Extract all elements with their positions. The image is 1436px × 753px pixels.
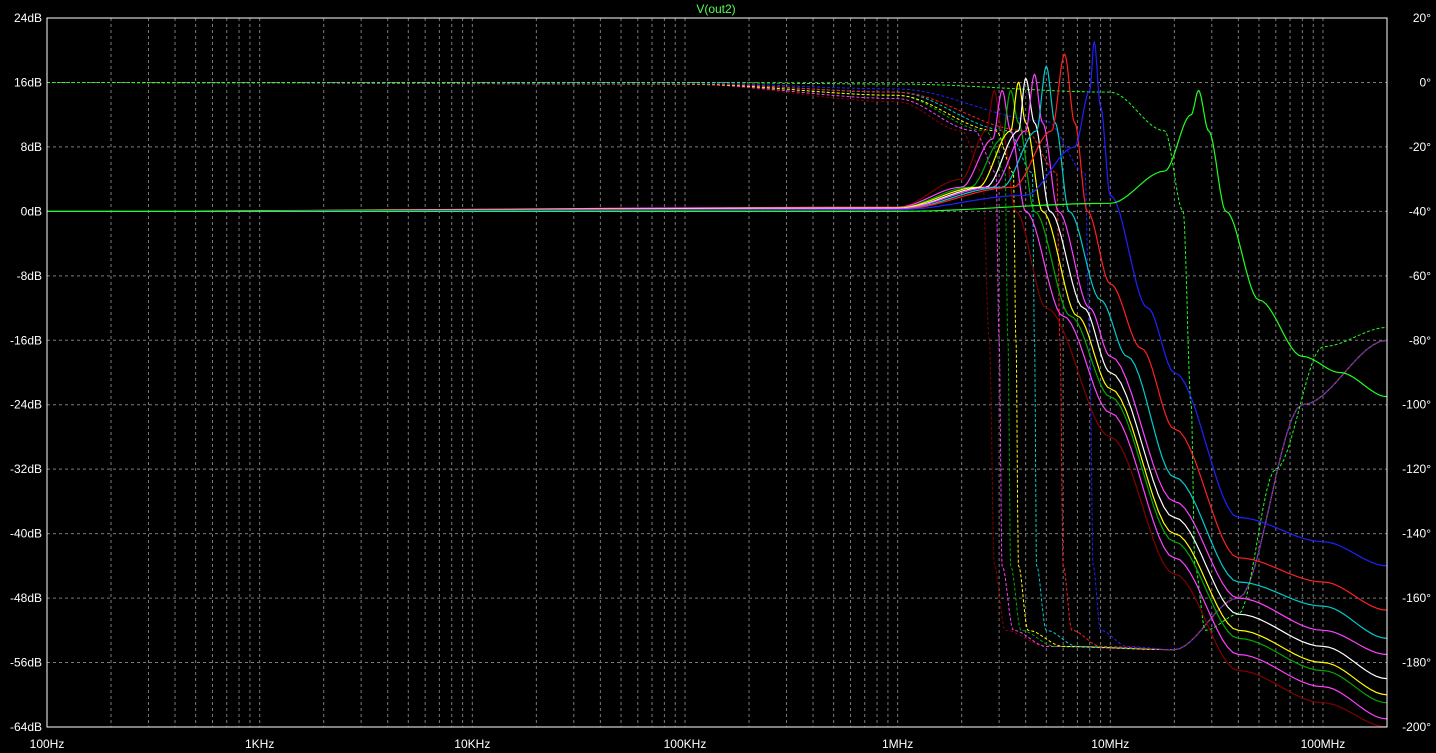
x-tick-label: 100KHz — [664, 737, 707, 751]
y-right-tick-label: -20° — [1409, 140, 1431, 154]
y-right-tick-label: -60° — [1409, 269, 1431, 283]
phase-trace-4 — [47, 82, 1388, 651]
magnitude-trace-1 — [46, 89, 1388, 728]
y-left-tick-label: -48dB — [10, 591, 42, 605]
y-left-tick-label: -8dB — [17, 269, 42, 283]
y-left-tick-label: 8dB — [21, 140, 42, 154]
grid — [47, 18, 1387, 727]
y-right-tick-label: -160° — [1402, 591, 1431, 605]
y-right-tick-label: 0° — [1420, 75, 1432, 89]
phase-trace-3 — [47, 82, 1388, 651]
y-left-tick-label: 24dB — [14, 11, 42, 25]
y-left-tick-label: -32dB — [10, 462, 42, 476]
y-left-tick-label: -24dB — [10, 398, 42, 412]
plot-frame — [46, 17, 1388, 728]
phase-traces — [47, 82, 1388, 651]
x-tick-label: 1MHz — [882, 737, 913, 751]
y-left-tick-label: -64dB — [10, 720, 42, 734]
phase-trace-8 — [47, 82, 1388, 631]
x-tick-label: 100Hz — [30, 737, 65, 751]
magnitude-trace-10 — [47, 89, 1388, 398]
y-left-tick-label: 0dB — [21, 204, 42, 218]
phase-trace-6 — [47, 82, 1388, 651]
phase-trace-7 — [47, 82, 1388, 651]
phase-trace-2 — [47, 82, 1388, 651]
y-right-tick-label: -180° — [1402, 656, 1431, 670]
x-tick-label: 10MHz — [1091, 737, 1129, 751]
y-right-tick-label: -120° — [1402, 462, 1431, 476]
x-tick-label: 10KHz — [454, 737, 490, 751]
phase-trace-5 — [47, 82, 1388, 651]
magnitude-traces — [46, 40, 1388, 728]
magnitude-trace-4 — [46, 81, 1388, 696]
y-right-tick-label: -80° — [1409, 333, 1431, 347]
y-right-tick-label: -140° — [1402, 527, 1431, 541]
y-right-tick-label: -200° — [1402, 720, 1431, 734]
y-right-tick-label: -100° — [1402, 398, 1431, 412]
magnitude-trace-3 — [46, 89, 1388, 704]
magnitude-trace-5 — [46, 77, 1388, 680]
magnitude-trace-7 — [46, 65, 1388, 639]
phase-trace-1 — [47, 82, 1388, 651]
axis-labels: 24dB 16dB 8dB 0dB -8dB -16dB -24dB -32dB -40dB -4… — [10, 11, 1431, 751]
y-left-tick-label: -16dB — [10, 333, 42, 347]
chart-canvas: V(out2) 24dB 16dB 8dB 0dB -8dB -16dB -24dB -32d… — [10, 2, 1431, 751]
y-left-tick-label: -56dB — [10, 656, 42, 670]
y-left-tick-label: 16dB — [14, 75, 42, 89]
bode-plot: V(out2) 24dB 16dB 8dB 0dB -8dB -16dB -24dB -32d… — [0, 0, 1436, 753]
trace-title[interactable]: V(out2) — [696, 2, 735, 16]
y-right-tick-label: -40° — [1409, 204, 1431, 218]
x-tick-label: 1KHz — [245, 737, 274, 751]
y-left-tick-label: -40dB — [10, 527, 42, 541]
y-right-tick-label: 20° — [1413, 11, 1431, 25]
x-tick-label: 100MHz — [1301, 737, 1346, 751]
